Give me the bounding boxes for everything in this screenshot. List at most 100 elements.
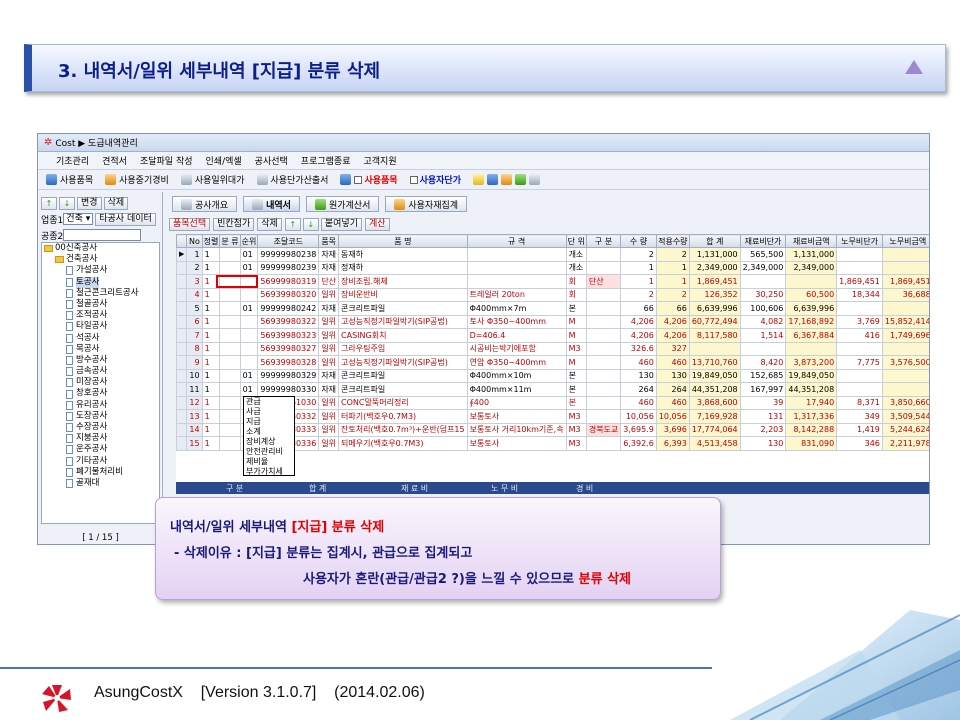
table-cell[interactable]: 자재 — [318, 382, 340, 397]
used-items-button[interactable]: 사용품목 — [46, 173, 93, 186]
dropdown-option[interactable]: 부가가치세 — [244, 467, 294, 475]
row-delete-button[interactable]: 삭제 — [257, 217, 282, 231]
tree-item[interactable]: 미장공사 — [42, 377, 159, 388]
table-cell[interactable]: 2 — [655, 287, 690, 302]
table-cell[interactable]: 터파기(백호우0.7M3) — [338, 409, 468, 424]
table-cell[interactable]: 44,351,208 — [785, 382, 838, 397]
table-row[interactable]: 4 1 56939980320 일위 장비운반비 트레일러 20ton 회 2 2 126,352… — [176, 287, 929, 302]
tree-item[interactable]: 토공사 — [42, 276, 159, 288]
dropdown-option[interactable]: 장비계상 — [244, 437, 294, 447]
table-cell[interactable]: 13,710,760 — [688, 355, 741, 370]
table-cell[interactable] — [881, 382, 929, 397]
table-cell[interactable] — [585, 409, 622, 424]
table-cell[interactable] — [585, 395, 622, 410]
table-cell[interactable]: 4,206 — [655, 314, 690, 329]
table-cell[interactable] — [239, 287, 259, 302]
table-cell[interactable]: 1 — [201, 395, 221, 410]
table-cell[interactable]: 단산 — [585, 274, 622, 289]
column-header[interactable]: 노무비금액 — [881, 234, 929, 248]
tab-cost-statement[interactable]: 원가계산서 — [305, 196, 380, 212]
table-cell[interactable] — [219, 301, 241, 316]
tree-item[interactable]: 철근콘크리트공사 — [42, 288, 159, 299]
table-cell[interactable]: 4,513,458 — [688, 436, 741, 451]
tree-item[interactable]: 창호공사 — [42, 388, 159, 399]
table-cell[interactable]: 152,685 — [739, 368, 787, 383]
tree-item[interactable]: 타일공사 — [42, 321, 159, 332]
table-cell[interactable] — [739, 341, 787, 356]
table-cell[interactable]: 4,082 — [739, 314, 787, 329]
table-cell[interactable] — [219, 287, 241, 302]
table-cell[interactable] — [239, 341, 259, 356]
table-cell[interactable]: 17,168,892 — [785, 314, 838, 329]
table-cell[interactable]: 1 — [201, 436, 221, 451]
user-price-check[interactable]: 사용자단가 — [409, 173, 461, 186]
tree-item[interactable]: 00신축공사 — [42, 243, 159, 254]
table-cell[interactable] — [219, 395, 241, 410]
tree-item[interactable]: 건축공사 — [42, 254, 159, 265]
table-cell[interactable]: 일위 — [318, 422, 340, 437]
table-cell[interactable]: 보통토사 — [466, 409, 567, 424]
table-cell[interactable]: 126,352 — [688, 287, 741, 302]
table-cell[interactable] — [585, 287, 622, 302]
table-cell[interactable]: 되메우기(백호우0.7M3) — [338, 436, 468, 451]
move-down-button[interactable]: ↓ — [59, 196, 75, 210]
table-cell[interactable]: 264 — [655, 382, 690, 397]
tools-icon[interactable] — [487, 174, 498, 185]
table-cell[interactable]: 10,056 — [620, 409, 657, 424]
row-up-button[interactable]: ↑ — [284, 217, 301, 231]
tree-item[interactable]: 골재대 — [42, 478, 159, 489]
menu-item[interactable]: 견적서 — [102, 154, 127, 167]
table-cell[interactable]: 2 — [620, 287, 657, 302]
table-cell[interactable]: 2,349,000 — [739, 260, 787, 275]
tree-item[interactable]: 목공사 — [42, 344, 159, 355]
dropdown-option[interactable]: 사급 — [244, 407, 294, 417]
table-cell[interactable]: 19,849,050 — [688, 368, 741, 383]
table-cell[interactable]: 1,749,696 — [881, 328, 929, 343]
table-cell[interactable]: 연암 Φ350~400mm — [466, 355, 567, 370]
table-cell[interactable]: 2,211,978 — [881, 436, 929, 451]
menu-item[interactable]: 고객지원 — [363, 154, 396, 167]
table-cell[interactable]: 3,695.9 — [620, 422, 657, 437]
table-cell[interactable]: 본 — [565, 301, 587, 316]
table-cell[interactable] — [785, 274, 838, 289]
tab-material-summary[interactable]: 사용자재집계 — [385, 196, 468, 212]
table-cell[interactable]: 콘크리트파일 — [338, 368, 468, 383]
table-cell[interactable] — [466, 247, 567, 262]
table-cell[interactable]: 130 — [739, 436, 787, 451]
info-icon[interactable] — [529, 174, 540, 185]
table-cell[interactable]: 자재 — [318, 260, 340, 275]
table-cell[interactable]: 1 — [620, 260, 657, 275]
table-cell[interactable]: 1 — [201, 328, 221, 343]
table-cell[interactable]: 일위 — [318, 314, 340, 329]
table-cell[interactable] — [585, 314, 622, 329]
menu-item[interactable]: 조달파일 작성 — [140, 154, 193, 167]
column-header[interactable]: 분 류 — [219, 234, 241, 248]
table-cell[interactable]: 경북도교 — [585, 422, 622, 437]
table-cell[interactable]: 460 — [655, 355, 690, 370]
table-cell[interactable]: 보통토사 — [466, 436, 567, 451]
table-cell[interactable]: 3,850,660 — [881, 395, 929, 410]
tree-item[interactable]: 금속공사 — [42, 366, 159, 377]
table-cell[interactable]: 167,997 — [739, 382, 787, 397]
menu-item[interactable]: 인쇄/엑셀 — [206, 154, 242, 167]
table-cell[interactable]: 1 — [201, 341, 221, 356]
checkbox[interactable] — [354, 175, 363, 184]
table-cell[interactable]: 자재 — [318, 247, 340, 262]
item-select-button[interactable]: 품목선택 — [169, 217, 211, 231]
table-cell[interactable]: 6,367,884 — [785, 328, 838, 343]
table-cell[interactable]: 본 — [565, 395, 587, 410]
table-cell[interactable]: 1 — [201, 368, 221, 383]
table-cell[interactable] — [881, 247, 929, 262]
table-cell[interactable]: 일위 — [318, 355, 340, 370]
table-cell[interactable]: 자재 — [318, 301, 340, 316]
menu-item[interactable]: 기초관리 — [56, 154, 89, 167]
column-header[interactable]: 구 분 — [585, 234, 622, 248]
table-cell[interactable]: M — [565, 314, 587, 329]
table-cell[interactable]: 4,206 — [620, 328, 657, 343]
table-cell[interactable] — [585, 301, 622, 316]
table-cell[interactable] — [881, 368, 929, 383]
table-cell[interactable]: Φ400mm×7m — [466, 301, 567, 316]
table-cell[interactable]: 1 — [655, 274, 690, 289]
table-cell[interactable]: 01 — [239, 247, 259, 262]
change-button[interactable]: 변경 — [77, 196, 102, 210]
